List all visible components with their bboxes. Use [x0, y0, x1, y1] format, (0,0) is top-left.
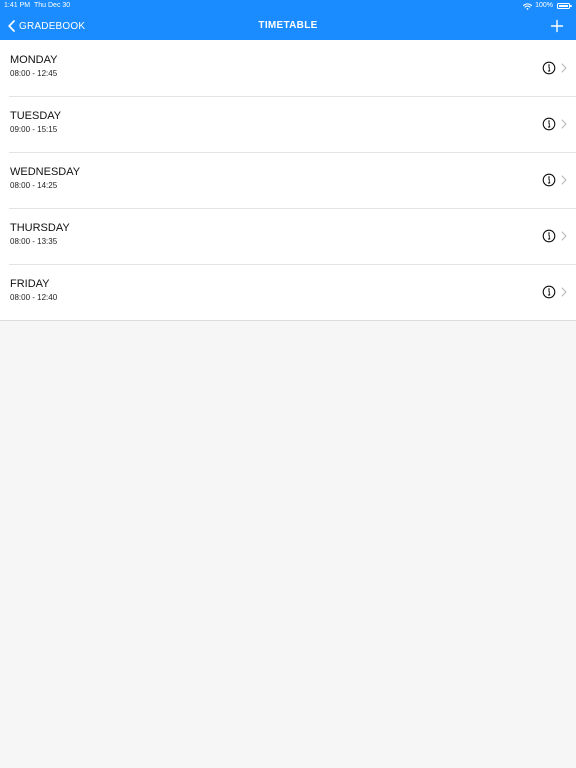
info-icon[interactable]	[542, 285, 556, 299]
status-indicators: 100%	[523, 0, 572, 12]
info-icon[interactable]	[542, 61, 556, 75]
day-name: MONDAY	[10, 54, 58, 66]
day-name: TUESDAY	[10, 110, 62, 122]
info-icon[interactable]	[542, 173, 556, 187]
timetable-list: MONDAY 08:00 - 12:45 TUESDAY 09:00 - 15:…	[0, 40, 576, 321]
info-icon[interactable]	[542, 229, 556, 243]
chevron-right-icon	[561, 175, 567, 185]
battery-icon	[557, 3, 572, 9]
info-icon[interactable]	[542, 117, 556, 131]
app-header: 1:41 PM Thu Dec 30 100% GRADEBOOK TIMETA…	[0, 0, 576, 40]
status-bar: 1:41 PM Thu Dec 30 100%	[0, 0, 576, 12]
day-hours: 08:00 - 14:25	[10, 181, 58, 190]
list-item-wednesday[interactable]: WEDNESDAY 08:00 - 14:25	[0, 152, 576, 208]
chevron-right-icon	[561, 119, 567, 129]
day-name: THURSDAY	[10, 222, 70, 234]
status-time: 1:41 PM	[4, 2, 31, 9]
day-name: FRIDAY	[10, 278, 50, 290]
day-hours: 08:00 - 12:40	[10, 293, 58, 302]
wifi-icon	[523, 2, 533, 10]
list-item-friday[interactable]: FRIDAY 08:00 - 12:40	[0, 264, 576, 320]
add-button[interactable]	[549, 18, 565, 34]
battery-percent: 100%	[535, 2, 553, 9]
day-hours: 09:00 - 15:15	[10, 125, 58, 134]
plus-icon	[550, 19, 564, 33]
chevron-right-icon	[561, 63, 567, 73]
day-hours: 08:00 - 12:45	[10, 69, 58, 78]
day-name: WEDNESDAY	[10, 166, 81, 178]
day-hours: 08:00 - 13:35	[10, 237, 58, 246]
chevron-right-icon	[561, 231, 567, 241]
list-item-thursday[interactable]: THURSDAY 08:00 - 13:35	[0, 208, 576, 264]
page-title: TIMETABLE	[258, 20, 318, 31]
list-item-monday[interactable]: MONDAY 08:00 - 12:45	[0, 40, 576, 96]
list-item-tuesday[interactable]: TUESDAY 09:00 - 15:15	[0, 96, 576, 152]
status-date: Thu Dec 30	[34, 2, 71, 9]
navigation-bar: GRADEBOOK TIMETABLE	[0, 13, 576, 39]
chevron-right-icon	[561, 287, 567, 297]
